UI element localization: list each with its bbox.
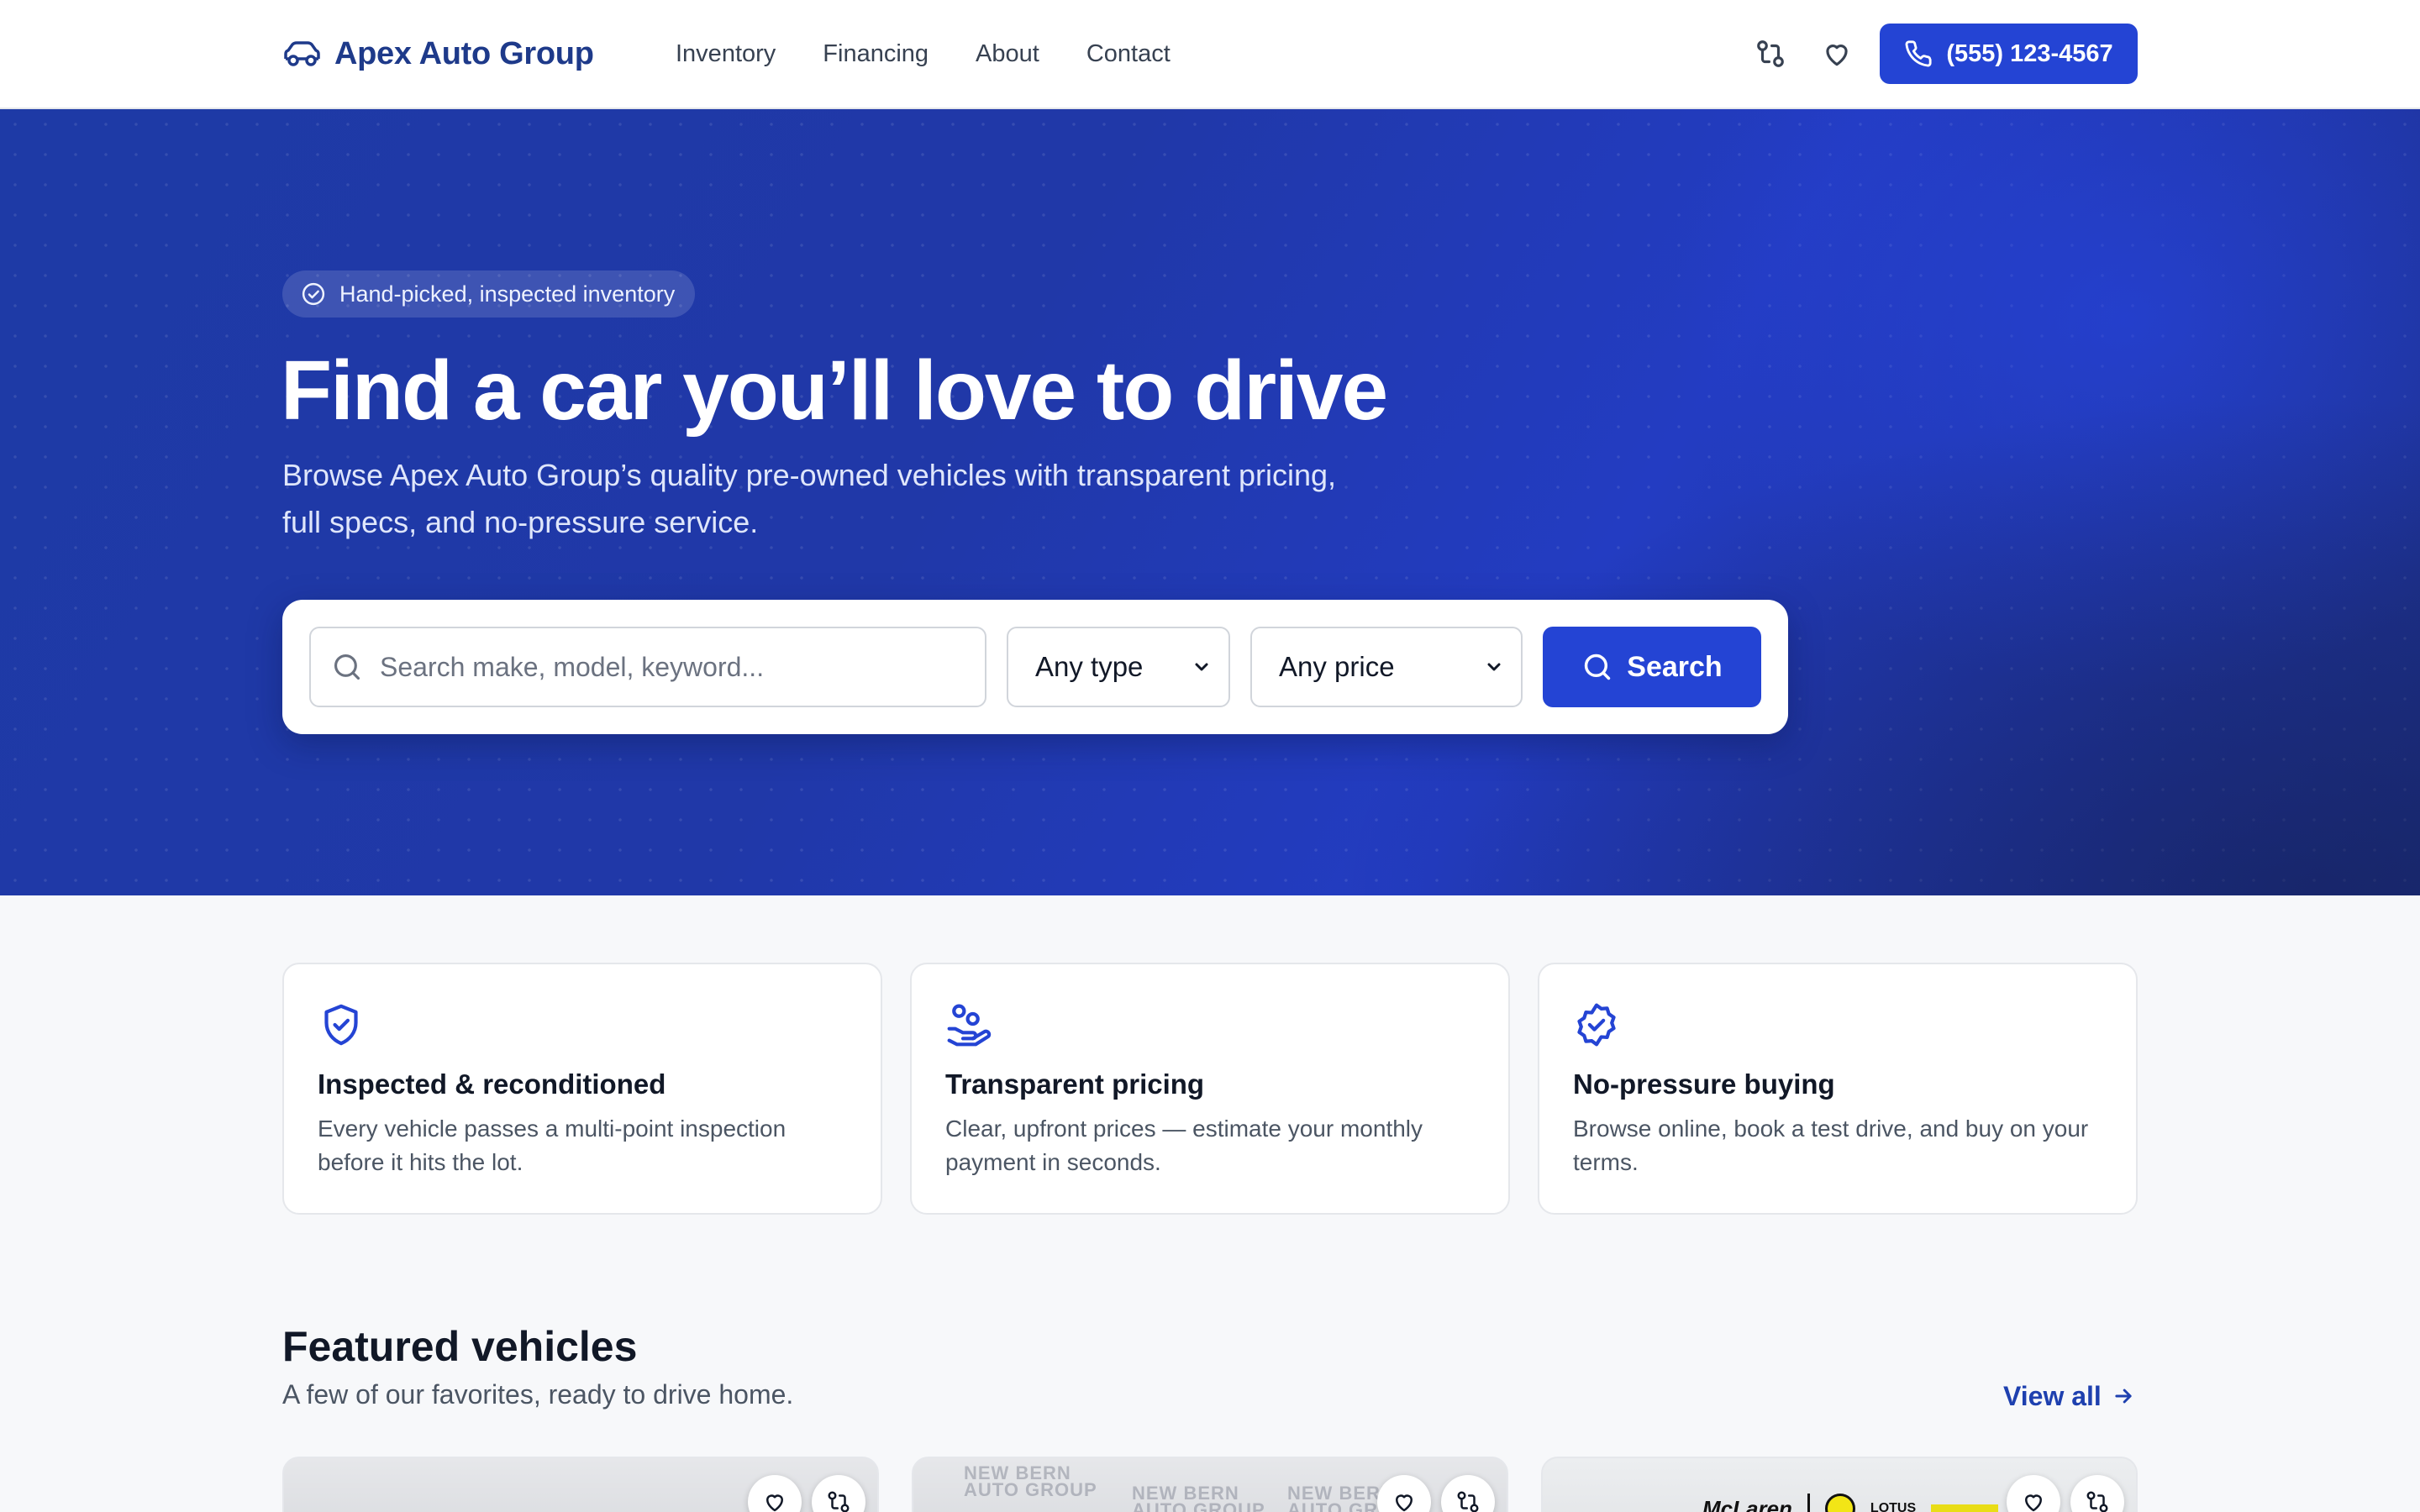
hand-coins-icon <box>947 1004 992 1047</box>
brand-name: Apex Auto Group <box>334 35 594 71</box>
call-button[interactable]: (555) 123-4567 <box>1880 24 2138 84</box>
logo-divider <box>1807 1494 1810 1512</box>
car-icon <box>284 41 320 66</box>
hero-subtitle: Browse Apex Auto Group’s quality pre-own… <box>282 458 1337 539</box>
nav-about[interactable]: About <box>976 34 1039 74</box>
feature-card-no-pressure: No-pressure buying Browse online, book a… <box>1538 963 2138 1215</box>
check-circle-icon <box>302 282 325 306</box>
mclaren-logo: McLaren <box>1702 1495 1792 1512</box>
featured-subtitle: A few of our favorites, ready to drive h… <box>282 1379 794 1410</box>
price-select[interactable]: Any price <box>1250 627 1523 707</box>
feature-title: Transparent pricing <box>945 1068 1205 1100</box>
compare-button[interactable] <box>1750 34 1791 74</box>
view-all-label: View all <box>2003 1380 2102 1411</box>
dealer-watermark: NEW BERN AUTO GROUP <box>1132 1483 1265 1512</box>
search-icon <box>1585 654 1611 680</box>
hero-badge: Hand-picked, inspected inventory <box>282 270 696 318</box>
view-all-link[interactable]: View all <box>2003 1378 2135 1415</box>
compare-button[interactable] <box>812 1475 865 1512</box>
nav-inventory[interactable]: Inventory <box>676 34 776 74</box>
favorite-button[interactable] <box>748 1475 802 1512</box>
search-button-label: Search <box>1627 650 1723 683</box>
lotus-logo: LOTUS <box>1870 1501 1917 1512</box>
feature-text: Clear, upfront prices — estimate your mo… <box>945 1116 1423 1175</box>
compare-button[interactable] <box>2070 1475 2124 1512</box>
search-button[interactable]: Search <box>1543 627 1761 707</box>
vehicle-card[interactable]: McLaren LOTUS <box>1541 1457 2138 1512</box>
feature-title: No-pressure buying <box>1573 1068 1835 1100</box>
price-select-value: Any price <box>1279 651 1395 682</box>
vehicle-card[interactable]: NEW BERN AUTO GROUP NEW BERN AUTO GROUP NE… <box>912 1457 1508 1512</box>
phone-icon <box>1905 40 1932 67</box>
feature-text: Every vehicle passes a multi-point inspe… <box>318 1116 786 1175</box>
search-field[interactable] <box>309 627 986 707</box>
nav-contact[interactable]: Contact <box>1086 34 1171 74</box>
compare-icon <box>1757 40 1784 67</box>
chevron-down-icon <box>1195 663 1208 671</box>
featured-title: Featured vehicles <box>282 1323 638 1370</box>
feature-text: Browse online, book a test drive, and bu… <box>1573 1116 2089 1175</box>
vehicle-card[interactable] <box>282 1457 879 1512</box>
feature-card-inspected: Inspected & reconditioned Every vehicle … <box>282 963 882 1215</box>
search-input[interactable] <box>380 651 968 683</box>
site-header: Apex Auto Group Inventory Financing Abou… <box>0 0 2420 109</box>
type-select[interactable]: Any type <box>1007 627 1230 707</box>
brand-logo-link[interactable]: Apex Auto Group <box>282 30 594 77</box>
heart-icon <box>1826 45 1848 66</box>
compare-icon <box>1457 1491 1479 1512</box>
search-panel: Any type Any price Search <box>282 600 1788 734</box>
favorite-button[interactable] <box>1377 1475 1431 1512</box>
compare-button[interactable] <box>1441 1475 1495 1512</box>
feature-card-pricing: Transparent pricing Clear, upfront price… <box>910 963 1510 1215</box>
hero-title: Find a car you’ll love to drive <box>281 344 1388 438</box>
chevron-down-icon <box>1487 663 1501 671</box>
dealer-watermark: NEW BERN AUTO GROUP <box>964 1462 1097 1500</box>
dealer-logos: McLaren LOTUS <box>1702 1494 1999 1512</box>
hero-badge-text: Hand-picked, inspected inventory <box>339 281 676 307</box>
heart-icon <box>2025 1494 2042 1512</box>
main-nav: Inventory Financing About Contact <box>676 34 1171 74</box>
compare-icon <box>2086 1491 2108 1512</box>
arrow-right-icon <box>2115 1389 2132 1404</box>
type-select-value: Any type <box>1035 651 1144 682</box>
lotus-stripe <box>1931 1504 1999 1512</box>
search-icon <box>334 654 360 680</box>
nav-financing[interactable]: Financing <box>823 34 929 74</box>
heart-icon <box>766 1494 783 1512</box>
favorite-button[interactable] <box>2007 1475 2060 1512</box>
favorites-button[interactable] <box>1817 34 1857 74</box>
heart-icon <box>1396 1494 1413 1512</box>
badge-check-icon <box>1577 1003 1616 1047</box>
shield-check-icon <box>324 1004 358 1046</box>
lotus-badge <box>1824 1494 1855 1512</box>
compare-icon <box>828 1491 850 1512</box>
hero-section: Hand-picked, inspected inventory Find a … <box>0 109 2420 895</box>
phone-number: (555) 123-4567 <box>1946 39 2113 67</box>
feature-title: Inspected & reconditioned <box>318 1068 666 1100</box>
